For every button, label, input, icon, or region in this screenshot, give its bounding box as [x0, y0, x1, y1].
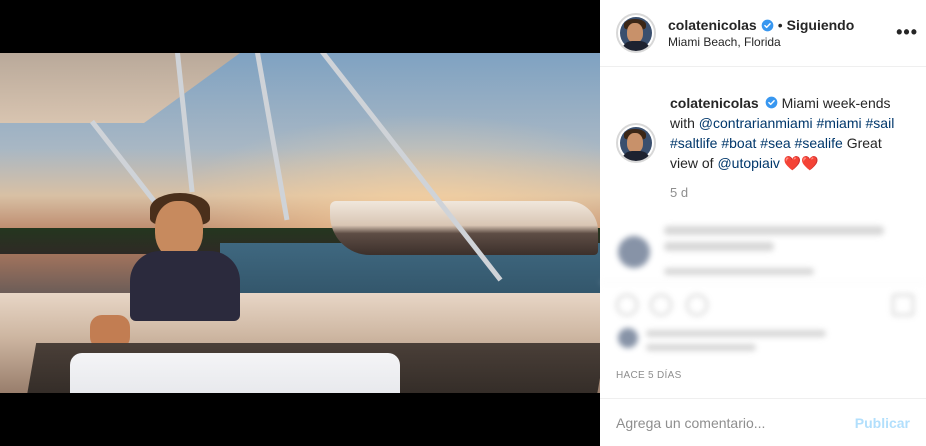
hashtag-link[interactable]: #sealife: [795, 135, 843, 151]
hashtag-link[interactable]: #sea: [760, 135, 790, 151]
mention-link[interactable]: @utopiaiv: [717, 155, 779, 171]
deck-hatch: [70, 353, 400, 393]
comment-bar: Publicar: [600, 398, 926, 446]
caption-timestamp[interactable]: 5 d: [670, 185, 926, 200]
post-date: HACE 5 DÍAS: [616, 370, 682, 381]
post-side-panel: colatenicolas • Siguiendo Miami Beach, F…: [600, 0, 926, 446]
hashtag-link[interactable]: #sail: [866, 115, 895, 131]
mention-link[interactable]: @contrarianmiami: [699, 115, 813, 131]
caption-text: colatenicolas Miami week-ends with @cont…: [670, 93, 910, 173]
caption-author-avatar[interactable]: [616, 123, 656, 163]
post-header: colatenicolas • Siguiendo Miami Beach, F…: [600, 0, 926, 67]
caption-block: colatenicolas Miami week-ends with @cont…: [600, 67, 926, 173]
header-separator: •: [777, 17, 783, 33]
author-avatar[interactable]: [616, 13, 656, 53]
caption-username[interactable]: colatenicolas: [670, 95, 759, 111]
post-location[interactable]: Miami Beach, Florida: [668, 35, 854, 49]
verified-badge-icon: [765, 96, 778, 109]
author-username[interactable]: colatenicolas: [668, 17, 757, 33]
more-horizontal-icon[interactable]: •••: [896, 22, 918, 43]
post-photo[interactable]: [0, 53, 600, 393]
heart-emoji-icon: ❤️❤️: [783, 155, 819, 171]
comment-input[interactable]: [616, 414, 855, 431]
hashtag-link[interactable]: #miami: [817, 115, 862, 131]
yacht-shape: [330, 201, 598, 255]
verified-badge-icon: [761, 19, 774, 31]
hashtag-link[interactable]: #boat: [721, 135, 756, 151]
publish-button[interactable]: Publicar: [855, 415, 910, 431]
person-body: [130, 251, 240, 321]
media-area: [0, 0, 600, 446]
blurred-comments-area: [600, 206, 926, 360]
following-button[interactable]: Siguiendo: [787, 17, 855, 33]
hashtag-link[interactable]: #saltlife: [670, 135, 717, 151]
